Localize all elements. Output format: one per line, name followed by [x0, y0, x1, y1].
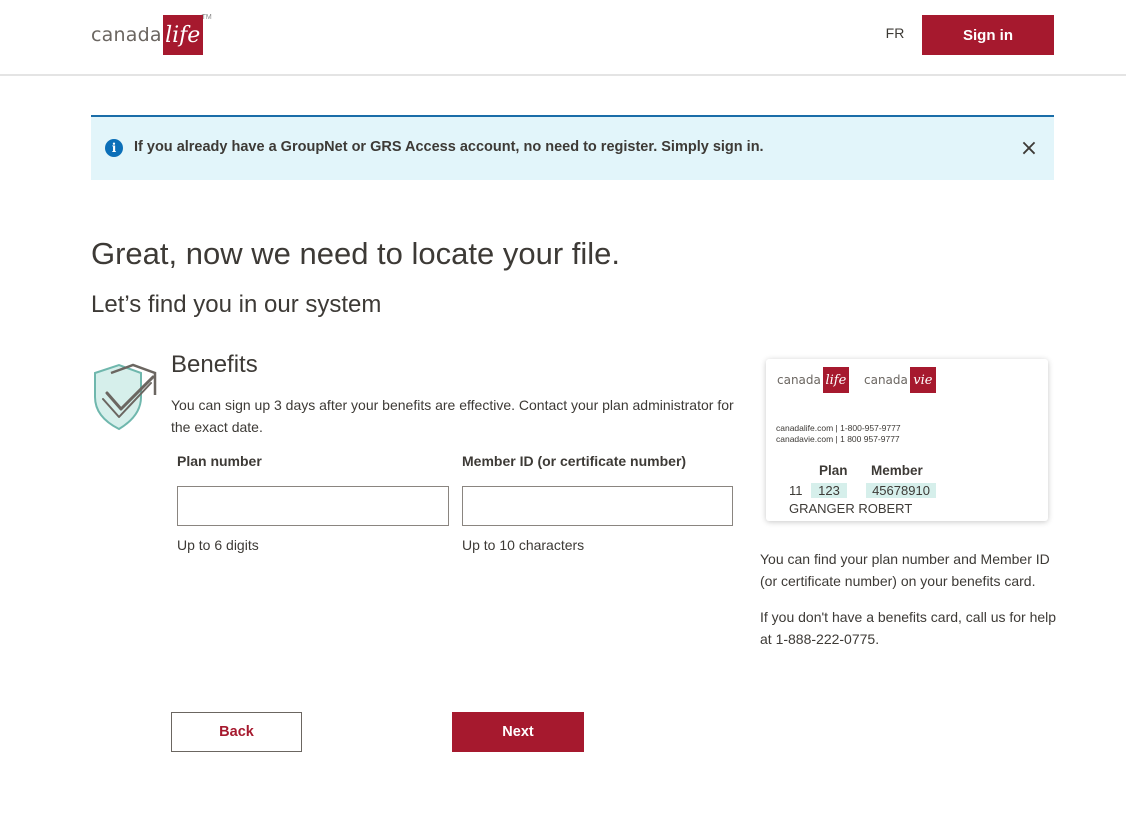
- card-logo-word: canada: [777, 373, 821, 387]
- logo-mark: life: [162, 15, 203, 55]
- page-title: Great, now we need to locate your file.: [91, 236, 621, 271]
- member-id-label: Member ID (or certificate number): [462, 453, 687, 469]
- card-member-header: Member: [871, 463, 923, 478]
- card-plan-header: Plan: [819, 463, 848, 478]
- page-subtitle: Let’s find you in our system: [91, 291, 382, 318]
- logo-trademark: TM: [201, 14, 212, 21]
- benefits-description: You can sign up 3 days after your benefi…: [171, 397, 734, 435]
- no-card-help-text: If you don't have a benefits card, call …: [760, 609, 1057, 647]
- info-icon: i: [105, 139, 123, 157]
- card-plan-value: 123: [811, 483, 847, 498]
- next-button[interactable]: Next: [452, 712, 584, 752]
- canada-life-logo[interactable]: canada life TM: [91, 14, 212, 56]
- benefits-card-image: canada life canada vie canadalife.com | …: [766, 359, 1048, 521]
- sign-in-button[interactable]: Sign in: [922, 15, 1054, 55]
- card-help-text: You can find your plan number and Member…: [760, 551, 1050, 589]
- back-button[interactable]: Back: [171, 712, 302, 752]
- info-banner-text: If you already have a GroupNet or GRS Ac…: [134, 139, 764, 155]
- site-header: canada life TM FR Sign in: [0, 0, 1126, 76]
- card-canada-life-logo: canada life: [777, 367, 849, 393]
- shield-check-icon: [94, 363, 157, 431]
- plan-number-hint: Up to 6 digits: [177, 537, 259, 553]
- member-id-hint: Up to 10 characters: [462, 537, 585, 553]
- card-contact-lines: canadalife.com | 1-800-957-9777 canadavi…: [776, 423, 901, 445]
- card-contact-line: canadalife.com | 1-800-957-9777: [776, 423, 901, 433]
- card-logo-word: canada: [864, 373, 908, 387]
- plan-number-label: Plan number: [177, 453, 262, 469]
- plan-number-input[interactable]: [177, 486, 449, 526]
- card-logo-mark: life: [822, 367, 849, 393]
- card-holder-name: GRANGER ROBERT: [789, 501, 913, 516]
- logo-wordmark: canada: [91, 24, 162, 46]
- close-icon[interactable]: ×: [1017, 137, 1041, 161]
- card-canada-vie-logo: canada vie: [864, 367, 936, 393]
- benefits-section-title: Benefits: [171, 351, 258, 378]
- member-id-input[interactable]: [462, 486, 733, 526]
- card-logo-mark: vie: [909, 367, 936, 393]
- card-contact-line: canadavie.com | 1 800 957-9777: [776, 434, 900, 444]
- card-prefix: 11: [789, 483, 803, 498]
- language-toggle-link[interactable]: FR: [878, 25, 912, 41]
- info-banner: i If you already have a GroupNet or GRS …: [91, 115, 1054, 180]
- card-member-value: 45678910: [866, 483, 936, 498]
